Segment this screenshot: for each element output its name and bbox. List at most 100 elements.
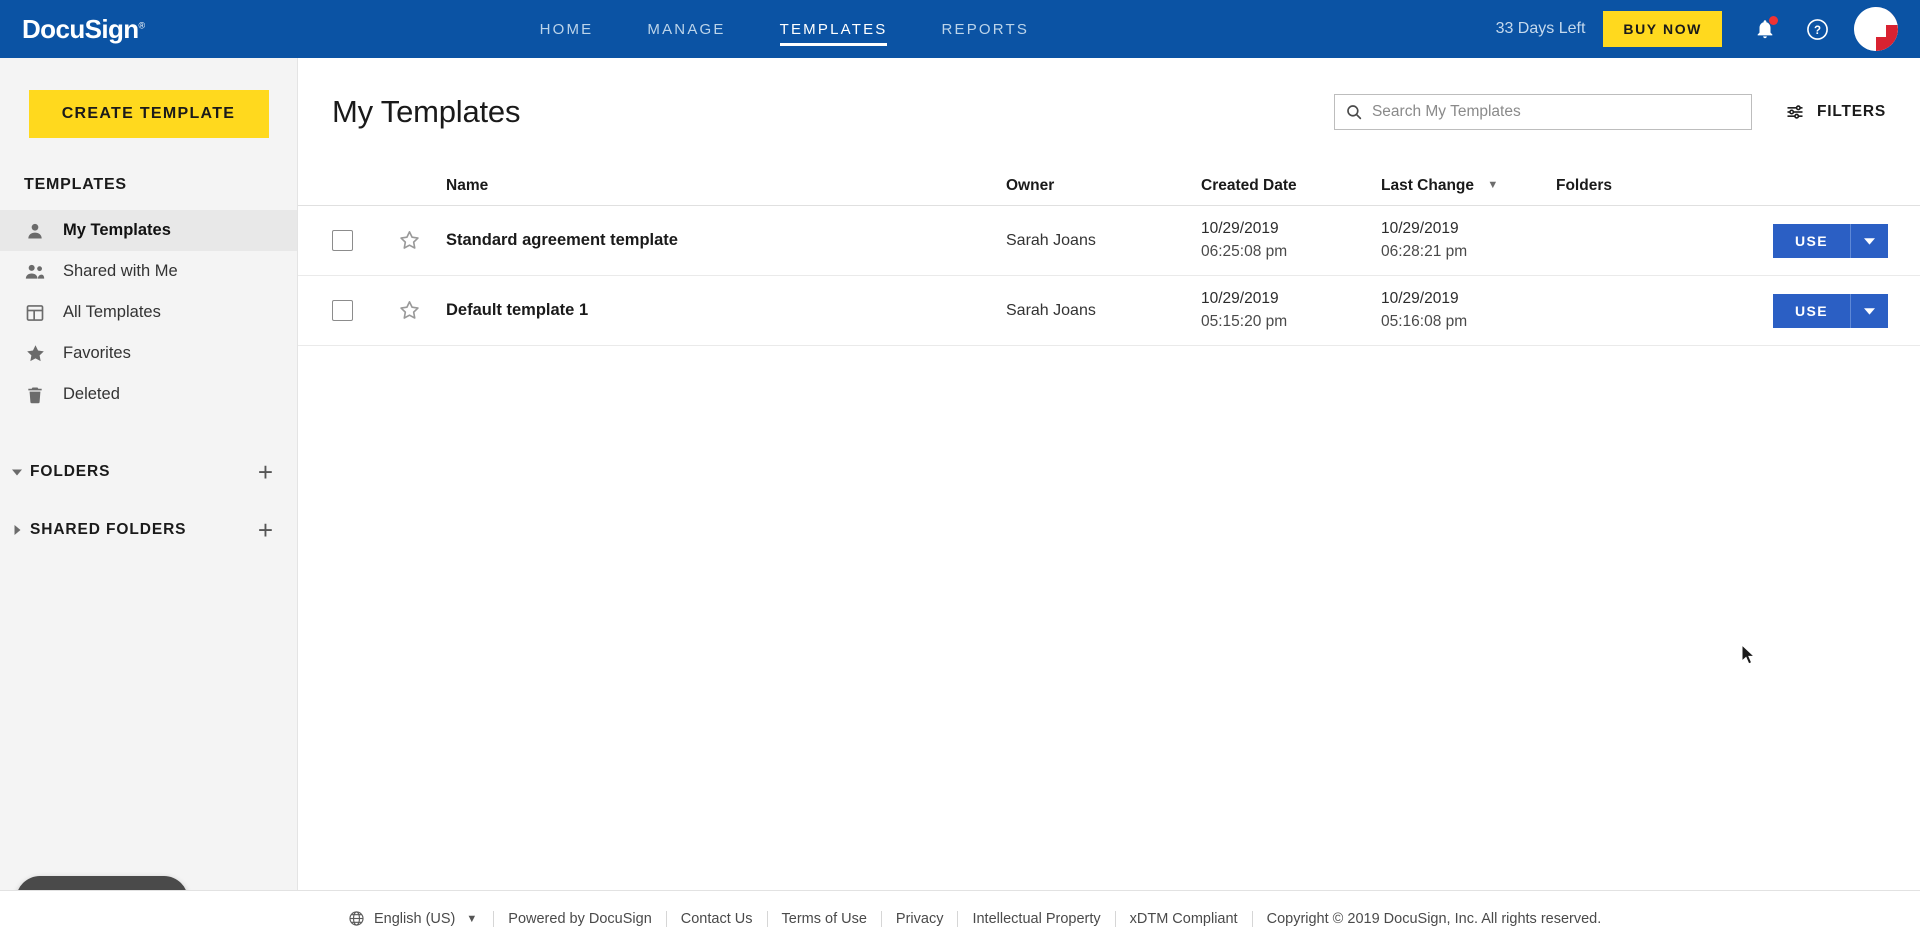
header-created-date[interactable]: Created Date bbox=[1201, 177, 1381, 195]
user-avatar[interactable] bbox=[1854, 7, 1898, 51]
templates-content-area: Name Owner Created Date Last Change ▼ Fo… bbox=[298, 166, 1920, 946]
filters-button[interactable]: FILTERS bbox=[1784, 102, 1886, 122]
nav-item-templates[interactable]: TEMPLATES bbox=[779, 0, 888, 58]
folders-section-header[interactable]: FOLDERS + bbox=[0, 457, 297, 487]
changed-date: 10/29/2019 bbox=[1381, 220, 1459, 238]
table-row[interactable]: Standard agreement template Sarah Joans … bbox=[298, 206, 1920, 276]
sort-descending-icon: ▼ bbox=[1487, 178, 1499, 191]
help-circle-icon: ? bbox=[1806, 18, 1828, 40]
row-checkbox-cell bbox=[332, 230, 398, 251]
language-selector[interactable]: English (US) ▼ bbox=[348, 910, 493, 927]
nav-item-reports[interactable]: REPORTS bbox=[941, 0, 1029, 58]
add-shared-folder-button[interactable]: + bbox=[258, 517, 273, 543]
row-created-date-cell: 10/29/2019 06:25:08 pm bbox=[1201, 218, 1381, 263]
row-select-checkbox[interactable] bbox=[332, 230, 353, 251]
favorite-star-button[interactable] bbox=[398, 229, 421, 252]
docusign-logo[interactable]: DocuSign® bbox=[22, 14, 145, 45]
main-header-actions: FILTERS bbox=[1333, 94, 1886, 130]
sidebar-item-favorites[interactable]: Favorites bbox=[0, 333, 297, 374]
header-owner[interactable]: Owner bbox=[1006, 177, 1201, 195]
search-icon bbox=[1347, 105, 1362, 120]
table-header-row: Name Owner Created Date Last Change ▼ Fo… bbox=[298, 166, 1920, 206]
sidebar-item-all-templates[interactable]: All Templates bbox=[0, 292, 297, 333]
language-label: English (US) bbox=[374, 910, 456, 927]
row-owner-cell: Sarah Joans bbox=[1006, 231, 1096, 249]
use-button[interactable]: USE bbox=[1773, 293, 1850, 328]
header-name[interactable]: Name bbox=[446, 177, 1006, 195]
folders-label: FOLDERS bbox=[30, 463, 111, 480]
row-select-checkbox[interactable] bbox=[332, 300, 353, 321]
sidebar-item-shared-with-me[interactable]: Shared with Me bbox=[0, 251, 297, 292]
star-outline-icon bbox=[400, 231, 419, 249]
chevron-down-icon[interactable] bbox=[8, 463, 26, 481]
sidebar-item-my-templates[interactable]: My Templates bbox=[0, 210, 297, 251]
footer-link-powered-by[interactable]: Powered by DocuSign bbox=[493, 910, 665, 927]
main-content: My Templates Search My Templates FILTERS… bbox=[298, 58, 1920, 946]
sidebar-item-deleted[interactable]: Deleted bbox=[0, 374, 297, 415]
sidebar-item-label: My Templates bbox=[63, 221, 171, 239]
filters-label: FILTERS bbox=[1816, 103, 1886, 120]
row-checkbox-cell bbox=[332, 300, 398, 321]
changed-time: 06:28:21 pm bbox=[1381, 242, 1468, 260]
row-created-date-cell: 10/29/2019 05:15:20 pm bbox=[1201, 288, 1381, 333]
sidebar-nav-list: My Templates Shared with Me All Template… bbox=[0, 210, 297, 415]
footer-link-terms-of-use[interactable]: Terms of Use bbox=[766, 910, 881, 927]
chevron-down-icon: ▼ bbox=[466, 912, 478, 925]
notifications-button[interactable] bbox=[1752, 16, 1778, 42]
row-name-cell: Standard agreement template bbox=[446, 231, 1006, 250]
sidebar-item-label: Favorites bbox=[63, 344, 131, 362]
top-navigation-bar: DocuSign® HOME MANAGE TEMPLATES REPORTS … bbox=[0, 0, 1920, 58]
template-name-link[interactable]: Default template 1 bbox=[446, 301, 588, 319]
use-button-group: USE bbox=[1773, 293, 1888, 328]
main-header: My Templates Search My Templates FILTERS bbox=[298, 58, 1920, 166]
primary-nav: HOME MANAGE TEMPLATES REPORTS bbox=[540, 0, 1030, 58]
search-container[interactable] bbox=[1333, 94, 1752, 130]
use-button-group: USE bbox=[1773, 223, 1888, 258]
row-last-change-cell: 10/29/2019 05:16:08 pm bbox=[1381, 288, 1556, 333]
template-name-link[interactable]: Standard agreement template bbox=[446, 231, 678, 249]
table-row[interactable]: Default template 1 Sarah Joans 10/29/201… bbox=[298, 276, 1920, 346]
star-outline-icon bbox=[400, 301, 419, 319]
notification-badge-dot bbox=[1769, 16, 1778, 25]
changed-date: 10/29/2019 bbox=[1381, 290, 1459, 308]
trash-icon bbox=[24, 384, 46, 406]
app-body: CREATE TEMPLATE TEMPLATES My Templates S… bbox=[0, 58, 1920, 946]
row-last-change-cell: 10/29/2019 06:28:21 pm bbox=[1381, 218, 1556, 263]
nav-item-home[interactable]: HOME bbox=[540, 0, 594, 58]
header-last-change-label: Last Change bbox=[1381, 176, 1475, 194]
use-dropdown-button[interactable] bbox=[1850, 223, 1888, 258]
created-time: 05:15:20 pm bbox=[1201, 312, 1288, 330]
created-date: 10/29/2019 bbox=[1201, 220, 1279, 238]
favorite-star-button[interactable] bbox=[398, 299, 421, 322]
search-input[interactable] bbox=[1371, 103, 1741, 121]
footer-link-contact-us[interactable]: Contact Us bbox=[665, 910, 767, 927]
row-star-cell bbox=[398, 229, 446, 252]
add-folder-button[interactable]: + bbox=[258, 459, 273, 485]
nav-item-manage[interactable]: MANAGE bbox=[647, 0, 725, 58]
footer-link-intellectual-property[interactable]: Intellectual Property bbox=[957, 910, 1114, 927]
chevron-right-icon[interactable] bbox=[8, 521, 26, 539]
sidebar: CREATE TEMPLATE TEMPLATES My Templates S… bbox=[0, 58, 298, 946]
svg-text:?: ? bbox=[1813, 24, 1820, 36]
globe-icon bbox=[349, 911, 364, 926]
use-dropdown-button[interactable] bbox=[1850, 293, 1888, 328]
use-button[interactable]: USE bbox=[1773, 223, 1850, 258]
people-icon bbox=[24, 261, 46, 283]
star-icon bbox=[24, 343, 46, 365]
chevron-down-icon bbox=[1864, 237, 1875, 245]
header-last-change[interactable]: Last Change ▼ bbox=[1381, 177, 1556, 195]
page-title: My Templates bbox=[332, 94, 521, 129]
trial-days-left: 33 Days Left bbox=[1495, 20, 1586, 37]
create-template-button[interactable]: CREATE TEMPLATE bbox=[28, 90, 269, 138]
footer-link-xdtm-compliant[interactable]: xDTM Compliant bbox=[1114, 910, 1252, 927]
sidebar-item-label: Deleted bbox=[63, 385, 120, 403]
help-button[interactable]: ? bbox=[1804, 16, 1830, 42]
row-owner-cell: Sarah Joans bbox=[1006, 301, 1096, 319]
logo-trademark: ® bbox=[138, 19, 146, 30]
header-folders[interactable]: Folders bbox=[1556, 177, 1756, 195]
created-date: 10/29/2019 bbox=[1201, 290, 1279, 308]
shared-folders-section-header[interactable]: SHARED FOLDERS + bbox=[0, 515, 297, 545]
layout-grid-icon bbox=[24, 302, 46, 324]
buy-now-button[interactable]: BUY NOW bbox=[1603, 11, 1722, 47]
footer-link-privacy[interactable]: Privacy bbox=[880, 910, 958, 927]
